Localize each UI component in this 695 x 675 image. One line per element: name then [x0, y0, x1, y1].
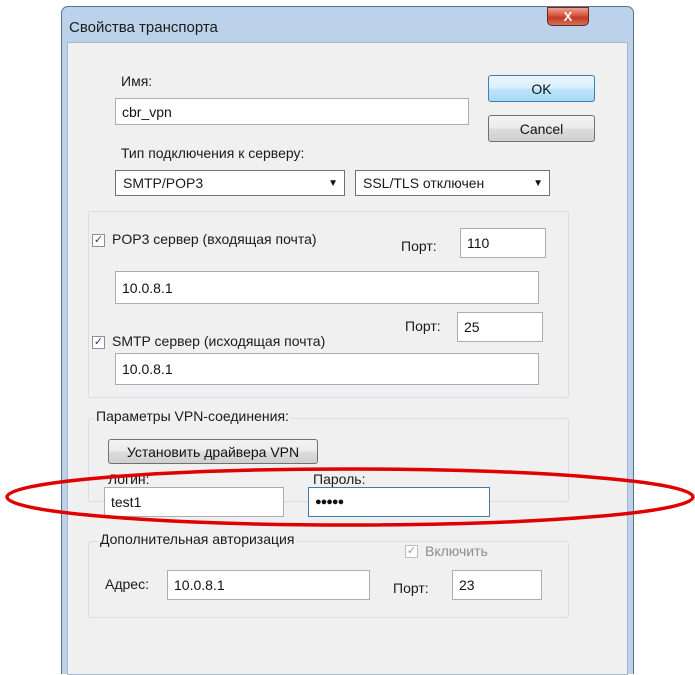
annotation-ellipse	[5, 467, 695, 527]
